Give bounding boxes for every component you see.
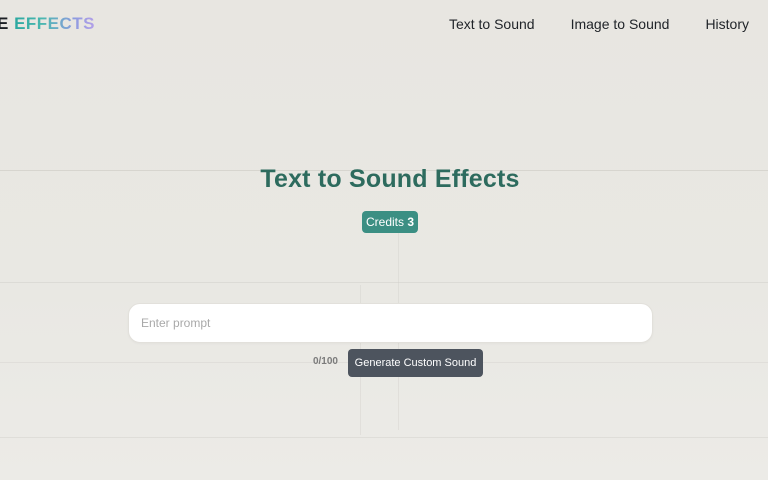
prompt-input[interactable] [128, 303, 653, 343]
character-counter: 0/100 [312, 356, 338, 367]
generate-custom-sound-button[interactable]: Generate Custom Sound [348, 349, 483, 377]
page: E EFFECTS Text to Sound Image to Sound H… [0, 0, 768, 480]
credits-value: 3 [407, 215, 415, 229]
nav-history[interactable]: History [705, 16, 749, 32]
credits-badge: Credits 3 [362, 211, 418, 233]
credits-label: Credits [365, 215, 408, 229]
logo-prefix: E [0, 14, 9, 33]
nav-text-to-sound[interactable]: Text to Sound [449, 16, 535, 32]
background-line [0, 282, 768, 283]
site-logo[interactable]: E EFFECTS [0, 14, 95, 34]
nav-image-to-sound[interactable]: Image to Sound [571, 16, 670, 32]
background-line [0, 437, 768, 438]
page-title: Text to Sound Effects [260, 165, 520, 193]
logo-text: EFFECTS [14, 14, 96, 33]
top-nav: Text to Sound Image to Sound History [449, 16, 749, 32]
